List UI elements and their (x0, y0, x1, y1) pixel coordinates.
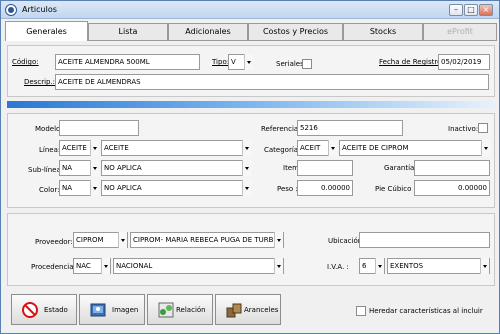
procedencia-desc[interactable]: NACIONAL (113, 258, 284, 274)
section-separator (7, 101, 495, 108)
sublinea-label: Sub-línea: (28, 166, 64, 174)
app-icon (5, 4, 17, 16)
iva-label: I.V.A. : (327, 263, 349, 271)
ubicacion-field[interactable] (359, 232, 490, 248)
tipo-label: Tipo: (212, 58, 230, 66)
categoria-label: Categoría: (264, 146, 301, 154)
chevron-down-icon[interactable] (90, 180, 99, 196)
heredar-checkbox[interactable] (356, 306, 366, 316)
chevron-down-icon[interactable] (118, 232, 127, 248)
inactivo-checkbox[interactable] (478, 123, 488, 133)
tab-costos-precios[interactable]: Costos y Precios (248, 23, 343, 40)
categoria-desc[interactable]: ACEITE DE CIPROM (339, 140, 490, 156)
procedencia-label: Procedencia: (31, 263, 76, 271)
proveedor-label: Proveedor: (35, 238, 73, 246)
window-title: Articulos (22, 5, 57, 14)
color-desc[interactable]: NO APLICA (101, 180, 251, 196)
chevron-down-icon[interactable] (274, 258, 283, 274)
sublinea-desc[interactable]: NO APLICA (101, 160, 251, 176)
maximize-icon[interactable]: □ (464, 4, 478, 16)
descrip-field[interactable]: ACEITE DE ALMENDRAS (55, 74, 489, 90)
tab-eprofit: eProfit (423, 23, 497, 40)
heredar-label: Heredar características al incluir (369, 307, 483, 315)
item-field[interactable] (297, 160, 353, 176)
chevron-down-icon[interactable] (242, 140, 251, 156)
imagen-label: Imagen (112, 306, 139, 314)
aranceles-label: Aranceles (244, 306, 279, 314)
chevron-down-icon[interactable] (90, 140, 99, 156)
inactivo-label: Inactivo: (448, 125, 479, 133)
piecubico-label: Pie Cúbico : (375, 185, 416, 193)
relation-icon (158, 302, 174, 318)
chevron-down-icon[interactable] (101, 258, 110, 274)
chevron-down-icon[interactable] (481, 140, 490, 156)
piecubico-field[interactable]: 0.00000 (414, 180, 490, 196)
boxes-icon (226, 303, 242, 318)
chevron-down-icon[interactable] (242, 160, 251, 176)
peso-field[interactable]: 0.00000 (297, 180, 353, 196)
minimize-icon[interactable]: – (449, 4, 463, 16)
fecha-label: Fecha de Registro: (379, 58, 444, 66)
codigo-label: Código: (12, 58, 39, 66)
linea-desc[interactable]: ACEITE (101, 140, 251, 156)
referencia-label: Referencia: (261, 125, 301, 133)
chevron-down-icon[interactable] (90, 160, 99, 176)
color-label: Color: (39, 186, 60, 194)
chevron-down-icon[interactable] (242, 180, 251, 196)
tab-stocks[interactable]: Stocks (343, 23, 423, 40)
modelo-field[interactable] (59, 120, 139, 136)
estado-label: Estado (44, 306, 68, 314)
imagen-button[interactable]: Imagen (79, 294, 145, 325)
garantia-field[interactable] (414, 160, 490, 176)
chevron-down-icon[interactable] (375, 258, 384, 274)
codigo-field[interactable]: ACEITE ALMENDRA 500ML (55, 54, 200, 70)
close-icon[interactable]: × (479, 4, 493, 16)
chevron-down-icon[interactable] (274, 232, 283, 248)
fecha-field[interactable]: 05/02/2019 (438, 54, 490, 70)
title-bar: Articulos – □ × (1, 1, 499, 19)
supplier-group (7, 213, 495, 286)
seriales-label: Seriales (276, 60, 304, 68)
no-entry-icon (22, 302, 38, 318)
estado-button[interactable]: Estado (11, 294, 77, 325)
descrip-label: Descrip.: (24, 78, 56, 86)
relacion-label: Relación (176, 306, 206, 314)
seriales-checkbox[interactable] (302, 59, 312, 69)
proveedor-desc[interactable]: CIPROM- MARIA REBECA PUGA DE TURBINO (130, 232, 284, 248)
picture-icon (90, 303, 106, 317)
iva-desc[interactable]: EXENTOS (387, 258, 490, 274)
tab-generales[interactable]: Generales (5, 21, 88, 41)
tab-lista[interactable]: Lista (88, 23, 168, 40)
tab-adicionales[interactable]: Adicionales (168, 23, 248, 40)
chevron-down-icon[interactable] (244, 54, 253, 70)
relacion-button[interactable]: Relación (147, 294, 213, 325)
peso-label: Peso : (277, 185, 298, 193)
aranceles-button[interactable]: Aranceles (215, 294, 281, 325)
garantia-label: Garantía: (384, 164, 417, 172)
chevron-down-icon[interactable] (480, 258, 489, 274)
tab-bar: Generales Lista Adicionales Costos y Pre… (5, 21, 497, 41)
articulos-window: Articulos – □ × Generales Lista Adiciona… (0, 0, 500, 334)
linea-label: Línea: (39, 146, 61, 154)
referencia-field[interactable]: 5216 (297, 120, 403, 136)
chevron-down-icon[interactable] (328, 140, 337, 156)
